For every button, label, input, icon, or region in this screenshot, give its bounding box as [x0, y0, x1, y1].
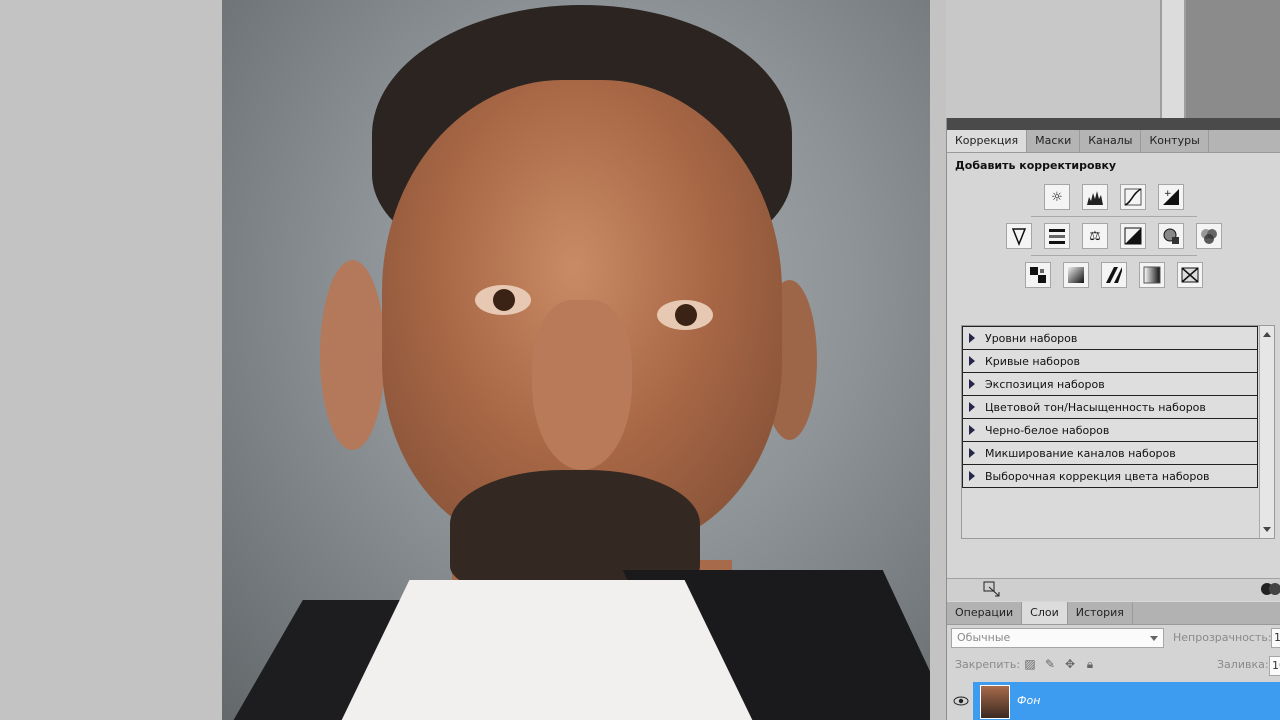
- tab-correction[interactable]: Коррекция: [947, 130, 1028, 152]
- color-balance-icon[interactable]: ⚖: [1082, 223, 1108, 249]
- opacity-label: Непрозрачность:: [1173, 631, 1272, 644]
- layers-panel: Операции Слои История Обычные Непрозрачн…: [947, 602, 1280, 720]
- opacity-input[interactable]: 10: [1271, 628, 1280, 648]
- panel-title-bar[interactable]: [947, 118, 1280, 130]
- svg-text:+: +: [1164, 189, 1172, 199]
- chevron-down-icon: [1150, 636, 1158, 641]
- selected-layer[interactable]: Фон: [973, 682, 1280, 720]
- posterize-icon[interactable]: [1063, 262, 1089, 288]
- preset-channel-mixer[interactable]: Микширование каналов наборов: [962, 442, 1258, 465]
- panel-splitter[interactable]: [1160, 0, 1186, 118]
- adjustment-row-2: ⚖: [947, 223, 1280, 249]
- preset-selective-color[interactable]: Выборочная коррекция цвета наборов: [962, 465, 1258, 488]
- threshold-icon[interactable]: [1101, 262, 1127, 288]
- gradient-map-icon[interactable]: [1139, 262, 1165, 288]
- preset-levels[interactable]: Уровни наборов: [962, 326, 1258, 350]
- clip-to-layer-icon[interactable]: [983, 581, 1001, 597]
- adjustment-row-3: [947, 262, 1280, 288]
- adjustment-row-1: ☼ +: [947, 184, 1280, 210]
- presets-list-box: Уровни наборов Кривые наборов Экспозиция…: [961, 325, 1275, 539]
- eye-icon[interactable]: [953, 694, 969, 708]
- correction-tabs: Коррекция Маски Каналы Контуры: [947, 130, 1280, 153]
- visibility-toggle-icon[interactable]: [1259, 581, 1280, 597]
- adjustments-panel: Коррекция Маски Каналы Контуры Добавить …: [946, 118, 1280, 720]
- blend-mode-select[interactable]: Обычные: [951, 628, 1164, 648]
- expand-triangle-icon[interactable]: [969, 471, 975, 481]
- scroll-down-icon[interactable]: [1263, 527, 1271, 532]
- hue-saturation-icon[interactable]: [1044, 223, 1070, 249]
- fill-label: Заливка:: [1217, 658, 1269, 671]
- document-canvas-image[interactable]: [222, 0, 930, 720]
- preset-curves[interactable]: Кривые наборов: [962, 350, 1258, 373]
- lock-position-move-icon[interactable]: ✥: [1063, 657, 1077, 671]
- tab-actions[interactable]: Операции: [947, 602, 1023, 624]
- fill-input[interactable]: 10: [1269, 656, 1280, 676]
- scroll-up-icon[interactable]: [1263, 332, 1271, 337]
- preset-hue-saturation[interactable]: Цветовой тон/Насыщенность наборов: [962, 396, 1258, 419]
- tab-history[interactable]: История: [1068, 602, 1133, 624]
- panel-dock-top: [946, 0, 1280, 118]
- expand-triangle-icon[interactable]: [969, 356, 975, 366]
- lock-pixels-brush-icon[interactable]: ✎: [1043, 657, 1057, 671]
- selective-color-icon[interactable]: [1177, 262, 1203, 288]
- preset-black-white[interactable]: Черно-белое наборов: [962, 419, 1258, 442]
- preset-exposure[interactable]: Экспозиция наборов: [962, 373, 1258, 396]
- panel-subtitle: Добавить корректировку: [955, 159, 1117, 172]
- workspace-left: [0, 0, 222, 720]
- expand-triangle-icon[interactable]: [969, 379, 975, 389]
- tab-masks[interactable]: Маски: [1027, 130, 1081, 152]
- lock-transparency-icon[interactable]: ▨: [1023, 657, 1037, 671]
- lock-label: Закрепить:: [955, 658, 1021, 671]
- photo-filter-icon[interactable]: [1158, 223, 1184, 249]
- expand-triangle-icon[interactable]: [969, 333, 975, 343]
- tab-layers[interactable]: Слои: [1022, 602, 1068, 624]
- expand-triangle-icon[interactable]: [969, 448, 975, 458]
- exposure-icon[interactable]: +: [1158, 184, 1184, 210]
- workspace-gap: [930, 0, 946, 720]
- tab-paths[interactable]: Контуры: [1141, 130, 1209, 152]
- layer-thumbnail: [980, 685, 1010, 719]
- invert-icon[interactable]: [1025, 262, 1051, 288]
- black-white-icon[interactable]: [1120, 223, 1146, 249]
- expand-triangle-icon[interactable]: [969, 425, 975, 435]
- layers-tabs: Операции Слои История: [947, 602, 1280, 625]
- layer-name: Фон: [1017, 694, 1041, 707]
- curves-icon[interactable]: [1120, 184, 1146, 210]
- channel-mixer-icon[interactable]: [1196, 223, 1222, 249]
- expand-triangle-icon[interactable]: [969, 402, 975, 412]
- tab-channels[interactable]: Каналы: [1080, 130, 1142, 152]
- presets-scrollbar[interactable]: [1259, 326, 1274, 538]
- correction-footer: [947, 578, 1280, 601]
- layer-row[interactable]: Фон: [947, 682, 1280, 720]
- vibrance-icon[interactable]: [1006, 223, 1032, 249]
- levels-icon[interactable]: [1082, 184, 1108, 210]
- brightness-contrast-icon[interactable]: ☼: [1044, 184, 1070, 210]
- lock-all-icon[interactable]: 🔒︎: [1083, 657, 1097, 671]
